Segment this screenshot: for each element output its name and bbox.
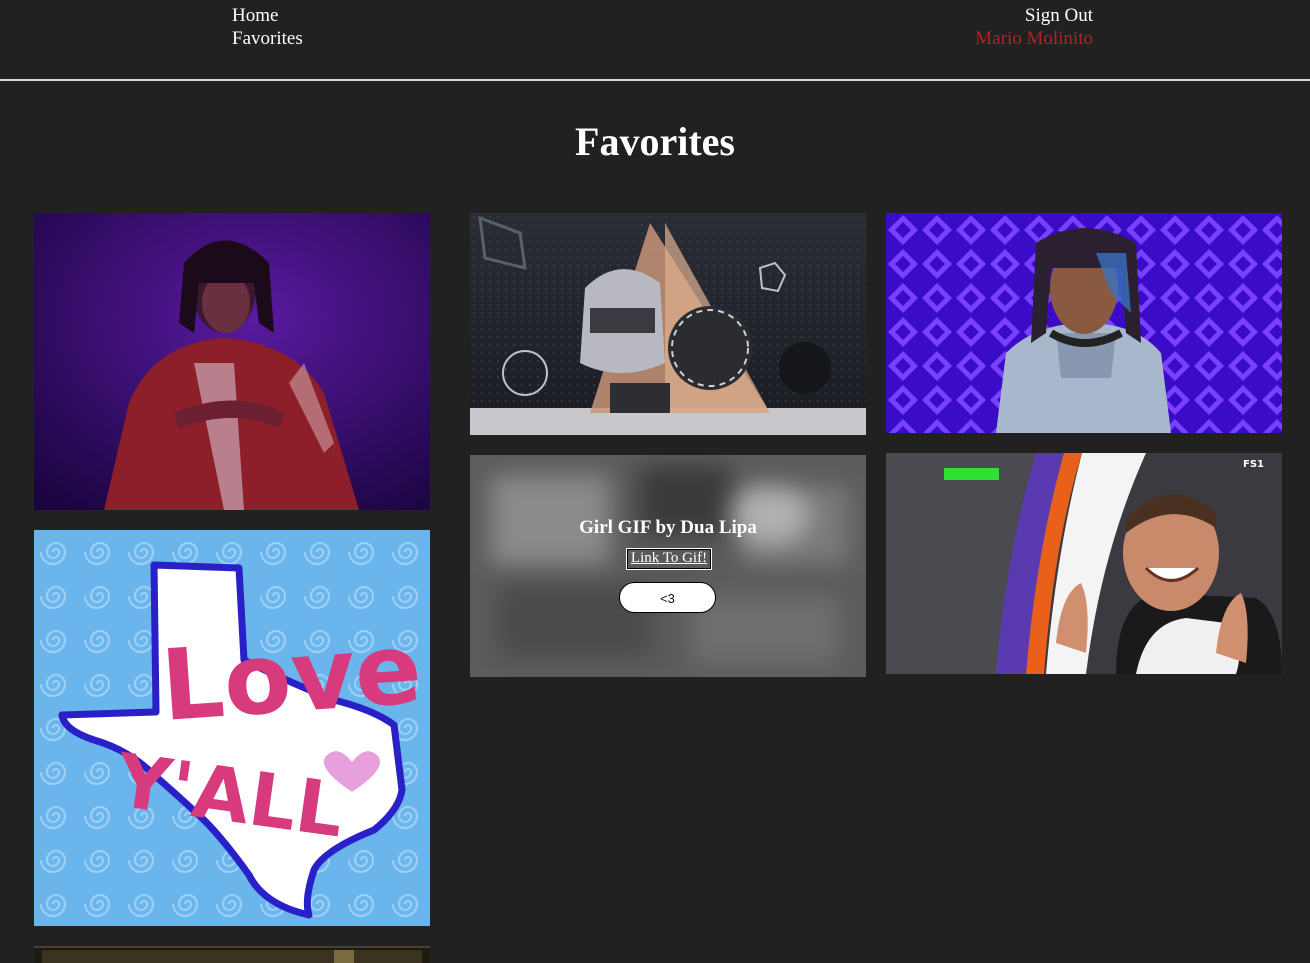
- gif-link[interactable]: Link To Gif!: [626, 548, 712, 570]
- user-name: Mario Molinito: [975, 28, 1093, 49]
- gif-image-partial: [34, 946, 430, 963]
- gif-tile-daft-punk[interactable]: [470, 213, 866, 435]
- nav-home-link[interactable]: Home: [232, 4, 303, 27]
- love-text: Love: [158, 612, 425, 744]
- gif-title: Girl GIF by Dua Lipa: [579, 517, 757, 538]
- gif-overlay: Girl GIF by Dua Lipa Link To Gif! <3: [470, 455, 866, 677]
- broadcast-logo: FS1: [1243, 459, 1264, 470]
- gif-tile-love-yall[interactable]: Love Y'ALL: [34, 530, 430, 926]
- gif-tile-partial[interactable]: [34, 946, 430, 963]
- gif-tile-1[interactable]: [34, 213, 430, 510]
- header-divider: [0, 79, 1310, 81]
- nav-right: Sign Out Mario Molinito: [969, 4, 1093, 50]
- gif-tile-racing-driver[interactable]: FS1: [886, 453, 1282, 674]
- nav-favorites-link[interactable]: Favorites: [232, 27, 303, 50]
- page-title: Favorites: [575, 119, 735, 164]
- favorite-button[interactable]: <3: [619, 582, 716, 613]
- nav-left: Home Favorites: [232, 4, 303, 50]
- gif-image-love-texas: Love Y'ALL: [34, 530, 430, 926]
- gif-tile-purple-pattern[interactable]: [886, 213, 1282, 433]
- gif-image-dancer: [34, 213, 430, 510]
- gif-image-geometric-helmet: [470, 213, 866, 435]
- sign-out-link[interactable]: Sign Out: [969, 4, 1093, 27]
- gif-image-woman-headphones: [886, 213, 1282, 433]
- gif-image-racing-driver: FS1: [886, 453, 1282, 674]
- gif-tile-dua-lipa[interactable]: Girl GIF by Dua Lipa Link To Gif! <3: [470, 455, 866, 677]
